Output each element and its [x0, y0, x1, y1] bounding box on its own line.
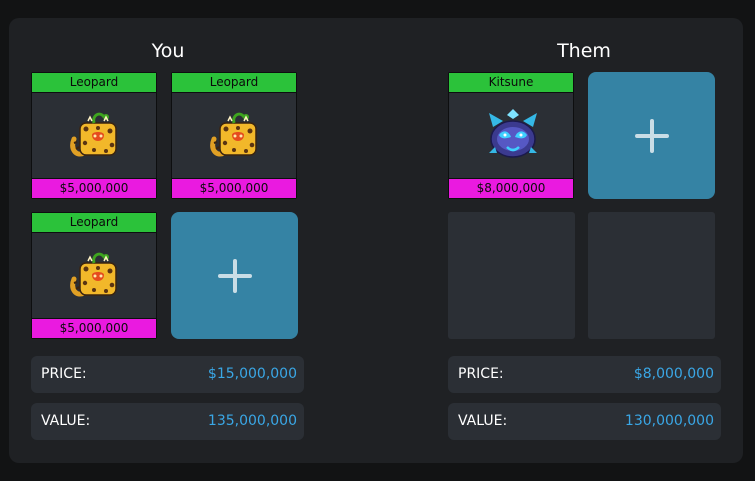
them-empty-slot — [588, 212, 715, 339]
value-value: 130,000,000 — [624, 413, 714, 429]
them-empty-slot — [448, 212, 575, 339]
item-name: Kitsune — [449, 73, 573, 93]
you-value-row: VALUE: 135,000,000 — [31, 403, 304, 440]
item-price: $5,000,000 — [172, 178, 296, 198]
plus-icon — [588, 72, 715, 199]
them-title: Them — [557, 40, 611, 62]
item-name: Leopard — [32, 213, 156, 233]
price-value: $15,000,000 — [207, 366, 297, 382]
item-name: Leopard — [32, 73, 156, 93]
item-price: $8,000,000 — [449, 178, 573, 198]
value-label: VALUE: — [458, 413, 508, 429]
price-label: PRICE: — [458, 366, 504, 382]
plus-icon — [171, 212, 298, 339]
item-price: $5,000,000 — [32, 178, 156, 198]
leopard-fruit-icon — [210, 109, 262, 161]
leopard-fruit-icon — [70, 109, 122, 161]
them-price-row: PRICE: $8,000,000 — [448, 356, 721, 393]
item-name: Leopard — [172, 73, 296, 93]
you-add-item-button[interactable] — [171, 212, 298, 339]
item-price: $5,000,000 — [32, 318, 156, 338]
you-title: You — [151, 40, 185, 62]
them-add-item-button[interactable] — [588, 72, 715, 199]
price-value: $8,000,000 — [633, 366, 714, 382]
price-label: PRICE: — [41, 366, 87, 382]
you-item-card[interactable]: Leopard $5,000,000 — [171, 72, 297, 199]
kitsune-fruit-icon — [487, 109, 539, 161]
them-value-row: VALUE: 130,000,000 — [448, 403, 721, 440]
you-item-card[interactable]: Leopard $5,000,000 — [31, 72, 157, 199]
value-label: VALUE: — [41, 413, 91, 429]
you-price-row: PRICE: $15,000,000 — [31, 356, 304, 393]
value-value: 135,000,000 — [207, 413, 297, 429]
you-item-card[interactable]: Leopard $5,000,000 — [31, 212, 157, 339]
leopard-fruit-icon — [70, 249, 122, 301]
them-item-card[interactable]: Kitsune $8,000,000 — [448, 72, 574, 199]
